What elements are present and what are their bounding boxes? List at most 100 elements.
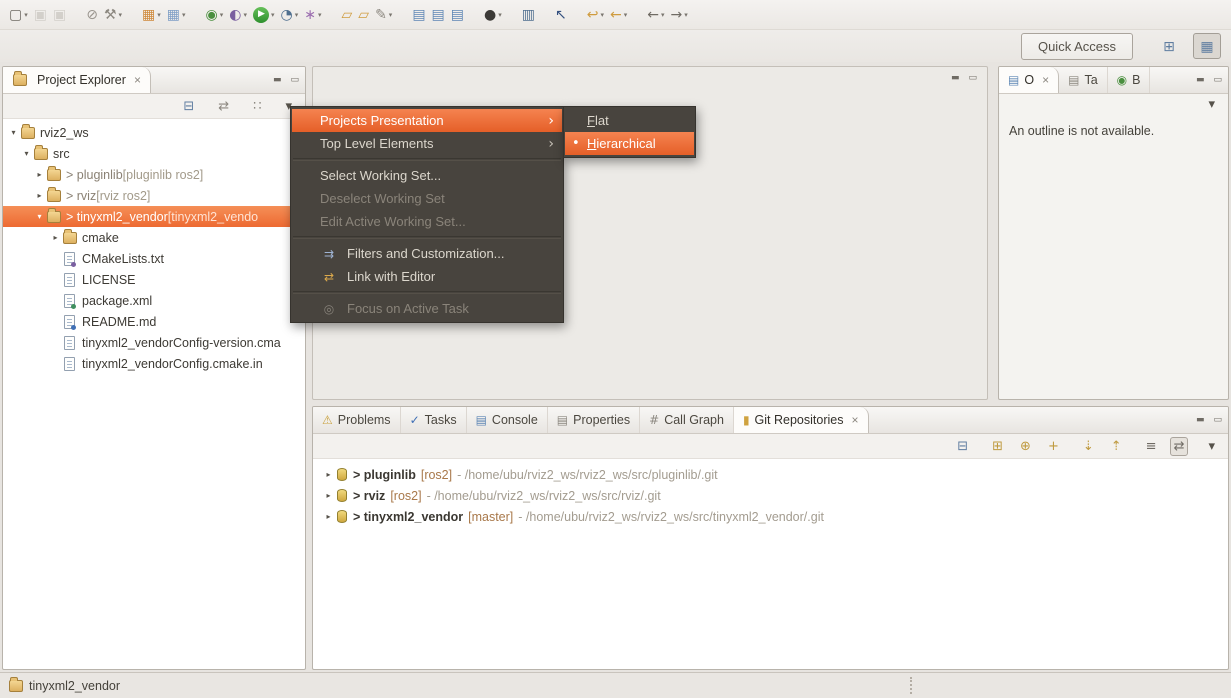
build-all-button[interactable]: ⚒ ▾ (101, 3, 125, 27)
tree-item-cmakelists[interactable]: CMakeLists.txt (3, 248, 305, 269)
link-with-editor-icon[interactable]: ⇄ (214, 97, 233, 116)
open-perspective-button[interactable]: ⊞ (1155, 33, 1183, 59)
profile-button[interactable]: ◔ ▾ (278, 3, 302, 27)
tree-item-package-xml[interactable]: package.xml (3, 290, 305, 311)
submenu-arrow-icon: › (548, 112, 554, 129)
collapse-all-icon[interactable]: ⊟ (179, 97, 198, 116)
expand-arrow-icon[interactable]: ▾ (33, 212, 46, 221)
run-button[interactable]: ▶ ▾ (250, 3, 278, 27)
previous-edit-button[interactable]: ← ▾ (607, 3, 630, 27)
tree-item-config-version[interactable]: tinyxml2_vendorConfig-version.cma (3, 332, 305, 353)
maximize-button[interactable]: ▭ (290, 75, 299, 85)
new-c-project-button[interactable]: ▦ ▾ (139, 3, 164, 27)
minimize-button[interactable]: ▬ (1196, 75, 1205, 85)
tree-item-rviz2-ws[interactable]: ▾ rviz2_ws (3, 122, 305, 143)
working-sets-icon[interactable]: ∷ (249, 97, 265, 116)
user-profile-button[interactable]: ● ▾ (481, 3, 505, 27)
expand-arrow-icon[interactable]: ▸ (322, 491, 335, 500)
clone-repository-icon[interactable]: ⊕ (1016, 437, 1035, 456)
tab-call-graph[interactable]: # Call Graph × (640, 407, 734, 433)
debug-button[interactable]: ◉ ▾ (203, 3, 227, 27)
tab-problems[interactable]: ⚠ Problems × (313, 407, 401, 433)
close-icon[interactable]: × (134, 73, 141, 87)
menu-item-focus-on-active-task[interactable]: ◎ Focus on Active Task › (292, 297, 562, 320)
minimize-button[interactable]: ▬ (1196, 415, 1205, 425)
collapse-all-icon[interactable]: ⊟ (953, 437, 972, 456)
save-button[interactable]: ▣ ▾ (31, 3, 50, 27)
tree-item-license[interactable]: LICENSE (3, 269, 305, 290)
push-icon[interactable]: ⇡ (1107, 437, 1126, 456)
add-repository-icon[interactable]: ⊞ (988, 437, 1007, 456)
tree-item-readme[interactable]: README.md (3, 311, 305, 332)
quick-access-button[interactable]: Quick Access (1020, 32, 1133, 60)
minimize-button[interactable]: ▬ (951, 73, 960, 83)
toolbar-button-icon: ▢ (9, 6, 23, 23)
tab-git-repositories[interactable]: ▮ Git Repositories × (733, 407, 869, 433)
expand-arrow-icon[interactable]: ▸ (322, 470, 335, 479)
view-menu-icon[interactable]: ▾ (1204, 437, 1219, 456)
search-wand-button[interactable]: ✎ ▾ (372, 3, 395, 27)
maximize-button[interactable]: ▭ (968, 73, 977, 83)
toolbar-button-icon: ▱ (341, 6, 353, 23)
tree-item-rviz[interactable]: ▸ > rviz [rviz ros2] (3, 185, 305, 206)
menu-item-top-level-elements[interactable]: Top Level Elements › (292, 132, 562, 155)
tab-console[interactable]: ▤ Console × (467, 407, 548, 433)
tree-item-src[interactable]: ▾ src (3, 143, 305, 164)
tree-item-pluginlib[interactable]: ▸ > pluginlib [pluginlib ros2] (3, 164, 305, 185)
pin-console-button[interactable]: ▤ ▾ (448, 3, 467, 27)
cpp-perspective-button[interactable]: ▦ (1193, 33, 1221, 59)
create-repository-icon[interactable]: + (1044, 437, 1063, 456)
hierarchy-layout-icon[interactable]: ≡ (1142, 437, 1161, 456)
fetch-icon[interactable]: ⇣ (1079, 437, 1098, 456)
maximize-button[interactable]: ▭ (1213, 75, 1222, 85)
repo-pluginlib[interactable]: ▸ > pluginlib [ros2] - /home/ubu/rviz2_w… (313, 464, 1228, 485)
tab-outline[interactable]: ▤ O × (999, 67, 1060, 93)
link-with-selection-icon[interactable]: ⇄ (1169, 436, 1189, 456)
tree-item-cmake[interactable]: ▸ cmake (3, 227, 305, 248)
expand-arrow-icon[interactable]: ▸ (33, 191, 46, 200)
display-console-button[interactable]: ▤ ▾ (429, 3, 448, 27)
expand-arrow-icon[interactable]: ▾ (7, 128, 20, 137)
last-edit-location-button[interactable]: ↩ ▾ (584, 3, 607, 27)
expand-arrow-icon[interactable]: ▸ (33, 170, 46, 179)
terminal-button[interactable]: ▥ ▾ (519, 3, 538, 27)
coverage-button[interactable]: ◐ ▾ (226, 3, 250, 27)
pointer-mode-button[interactable]: ↖ ▾ (552, 3, 570, 27)
console-view-button[interactable]: ▤ ▾ (409, 3, 428, 27)
tab-tasks[interactable]: ✓ Tasks × (401, 407, 467, 433)
menu-item-flat[interactable]: • Flat (565, 109, 694, 132)
tab-task-list[interactable]: ▤ Ta × (1059, 67, 1108, 93)
tab-project-explorer[interactable]: Project Explorer × (3, 67, 151, 93)
menu-item-edit-active-working-set[interactable]: Edit Active Working Set... › (292, 210, 562, 233)
menu-item-hierarchical[interactable]: • Hierarchical (565, 132, 694, 155)
close-icon[interactable]: × (1042, 73, 1049, 87)
expand-arrow-icon[interactable]: ▸ (322, 512, 335, 521)
forward-button[interactable]: → ▾ (667, 3, 690, 27)
external-tools-button[interactable]: ∗ ▾ (301, 3, 324, 27)
new-cpp-class-button[interactable]: ▦ ▾ (164, 3, 189, 27)
expand-arrow-icon[interactable]: ▾ (20, 149, 33, 158)
tab-build[interactable]: ◉ B × (1108, 67, 1151, 93)
tab-properties[interactable]: ▤ Properties × (548, 407, 641, 433)
tree-item-config-cmake-in[interactable]: tinyxml2_vendorConfig.cmake.in (3, 353, 305, 374)
back-button[interactable]: ← ▾ (644, 3, 667, 27)
maximize-button[interactable]: ▭ (1213, 415, 1222, 425)
repo-rviz[interactable]: ▸ > rviz [ros2] - /home/ubu/rviz2_ws/rvi… (313, 485, 1228, 506)
close-icon[interactable]: × (851, 413, 858, 427)
open-resource-folder-button[interactable]: ▱ ▾ (355, 3, 372, 27)
expand-arrow-icon[interactable]: ▸ (49, 233, 62, 242)
skip-all-breakpoints-button[interactable]: ⊘ ▾ (83, 3, 101, 27)
editor-window-buttons: ▬ ▭ (951, 73, 977, 83)
repo-tinyxml2-vendor[interactable]: ▸ > tinyxml2_vendor [master] - /home/ubu… (313, 506, 1228, 527)
menu-item-deselect-working-set[interactable]: Deselect Working Set › (292, 187, 562, 210)
minimize-button[interactable]: ▬ (273, 75, 282, 85)
menu-item-filters-customization[interactable]: ⇉ Filters and Customization... › (292, 242, 562, 265)
new-wizard-button[interactable]: ▢ ▾ (6, 3, 31, 27)
tree-item-tinyxml2-vendor[interactable]: ▾ > tinyxml2_vendor [tinyxml2_vendo (3, 206, 305, 227)
save-all-button[interactable]: ▣ ▾ (50, 3, 69, 27)
view-menu-icon[interactable]: ▾ (1204, 95, 1219, 114)
menu-item-projects-presentation[interactable]: Projects Presentation › (292, 109, 562, 132)
open-task-folder-button[interactable]: ▱ ▾ (339, 3, 356, 27)
menu-item-link-with-editor[interactable]: ⇄ Link with Editor › (292, 265, 562, 288)
menu-item-select-working-set[interactable]: Select Working Set... › (292, 164, 562, 187)
